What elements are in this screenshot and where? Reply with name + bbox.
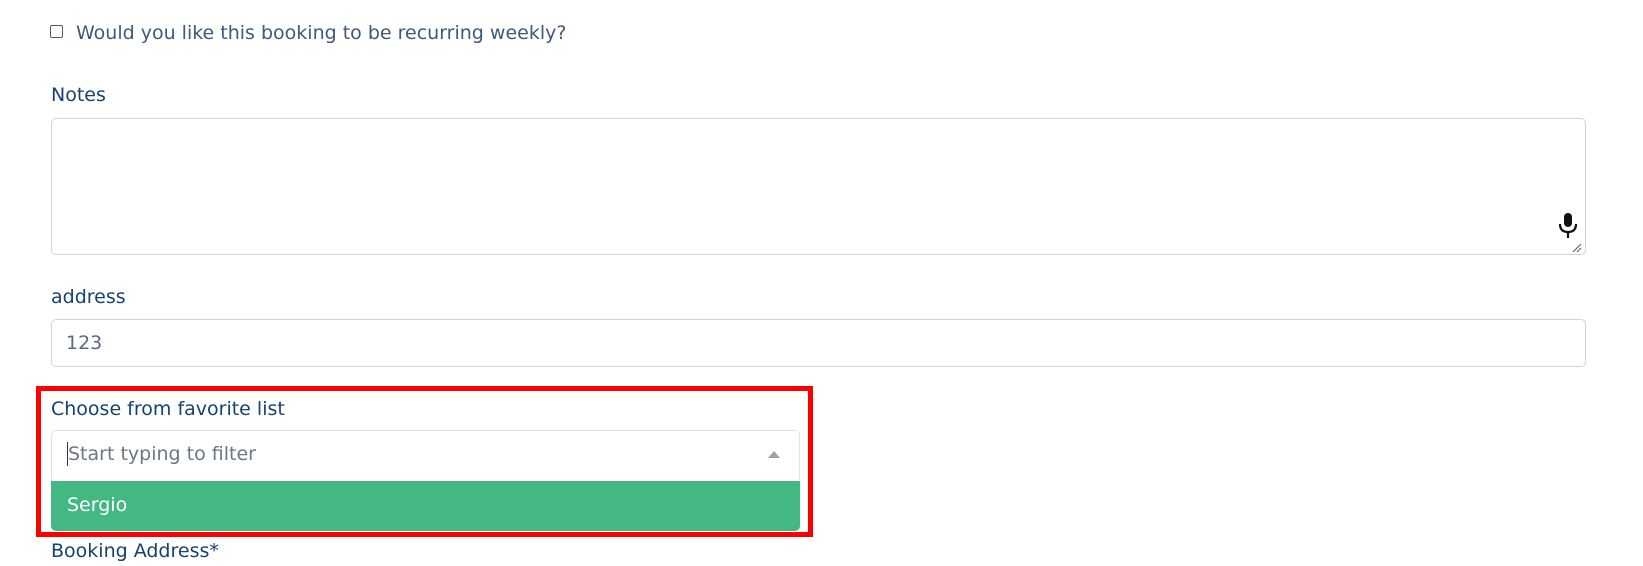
address-label: address <box>51 286 126 308</box>
address-input[interactable] <box>51 319 1586 367</box>
notes-label: Notes <box>51 84 106 106</box>
recurring-weekly-checkbox[interactable] <box>50 25 63 38</box>
dropdown-option-label: Sergio <box>67 494 128 516</box>
booking-address-label: Booking Address* <box>51 540 219 562</box>
resize-handle-icon[interactable] <box>1572 243 1582 253</box>
favorite-filter-placeholder: Start typing to filter <box>68 443 256 465</box>
address-input-value: 123 <box>66 332 103 354</box>
recurring-weekly-label: Would you like this booking to be recurr… <box>76 22 567 44</box>
microphone-icon[interactable] <box>1557 212 1579 240</box>
favorite-list-label: Choose from favorite list <box>51 398 285 420</box>
notes-textarea[interactable] <box>51 118 1586 255</box>
dropdown-option-sergio[interactable] <box>51 481 800 531</box>
caret-up-icon[interactable] <box>768 451 780 458</box>
